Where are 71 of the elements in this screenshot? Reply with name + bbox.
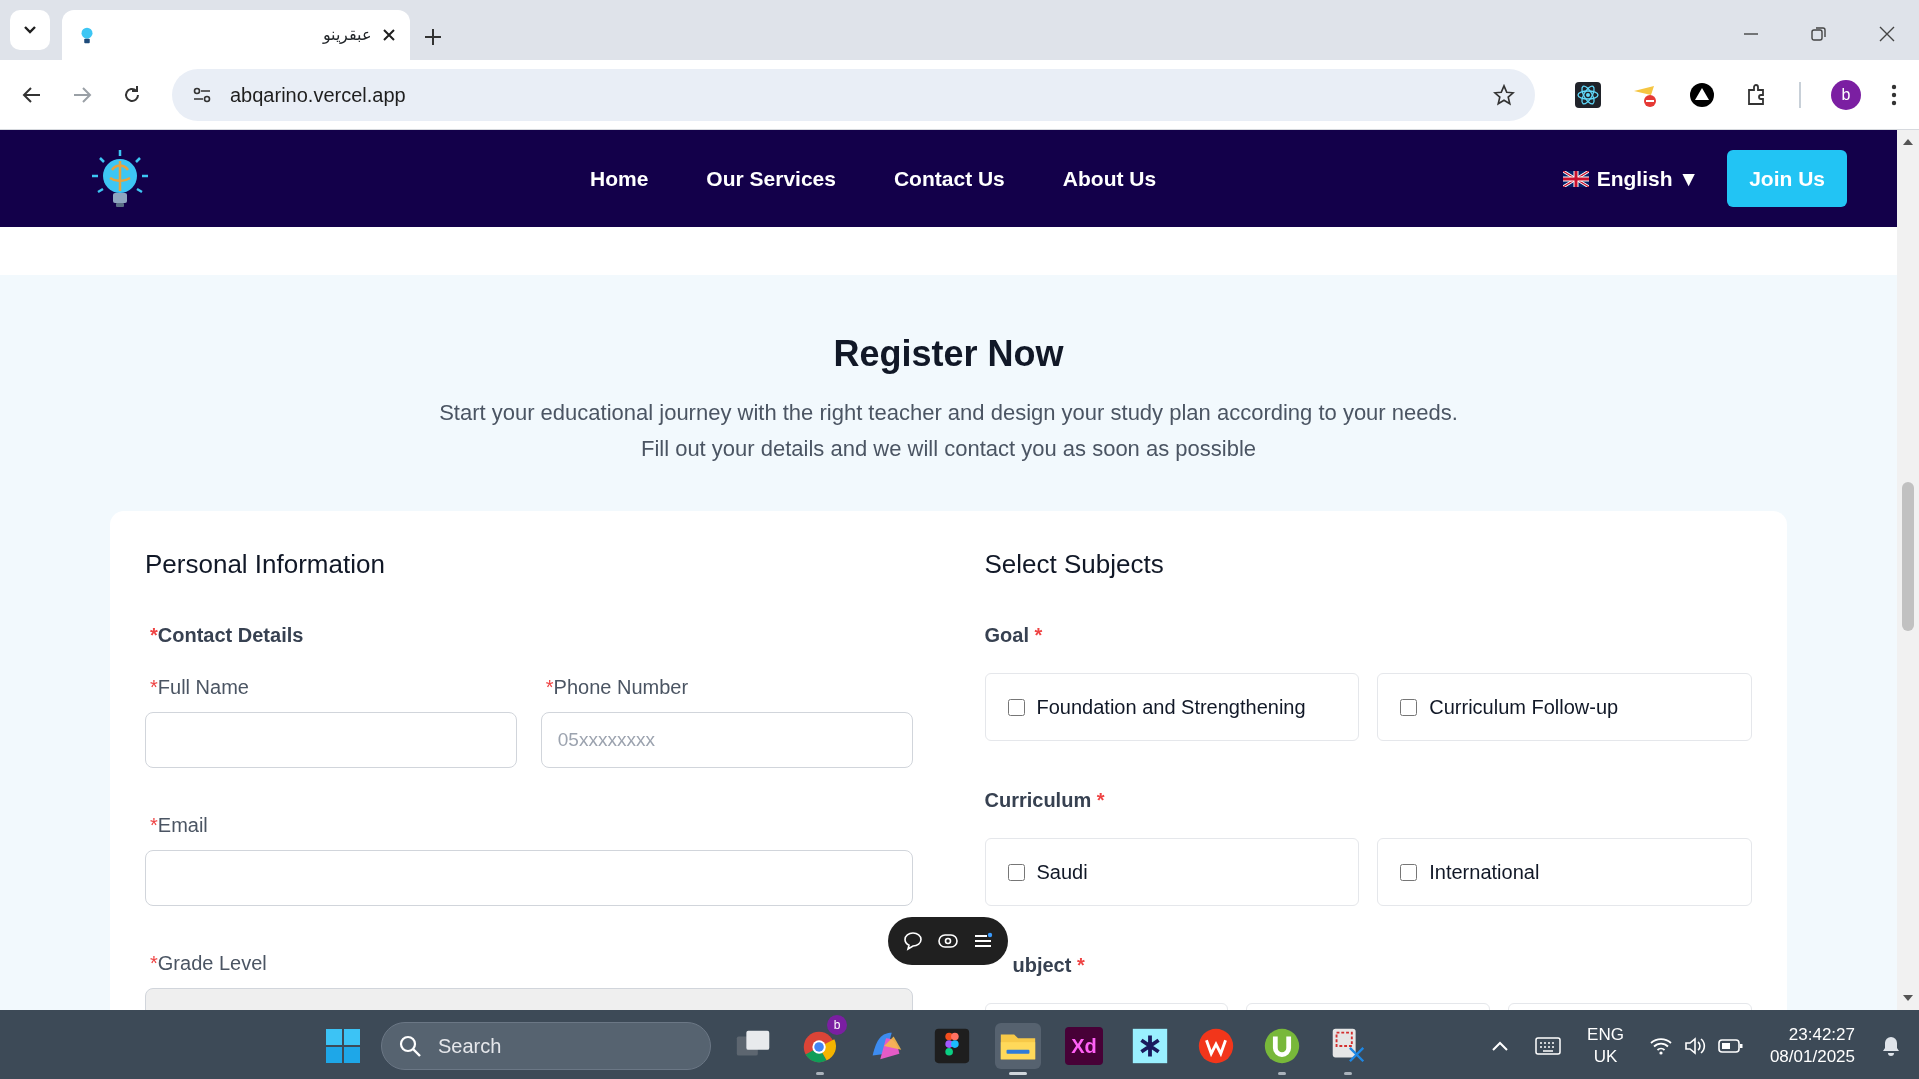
xd-app-icon[interactable]: Xd [1065, 1026, 1103, 1065]
option-label: Curriculum Follow-up [1429, 695, 1619, 721]
field-label: *Phone Number [545, 675, 690, 701]
language-selector[interactable]: English ▼ [1556, 161, 1706, 196]
bell-icon[interactable] [1881, 1034, 1901, 1057]
windows-start-icon[interactable] [325, 1027, 361, 1064]
subtitle-text: Fill out your details and we will contact you as soon as possible [639, 435, 1258, 464]
region-indicator[interactable]: UK [1587, 1045, 1624, 1068]
input-field[interactable] [145, 712, 517, 769]
option-card[interactable]: Curriculum Follow-up [1377, 673, 1752, 742]
language-indicator[interactable]: ENG [1587, 1023, 1624, 1046]
scroll-down-icon[interactable] [1902, 994, 1914, 1002]
eye-icon[interactable] [938, 933, 958, 949]
group-label: ubject * [1011, 953, 1086, 979]
option-label: Foundation and Strengthening [1036, 695, 1306, 721]
subtitle-text: Start your educational journey with the right teacher and design your study plan according to your needs. [438, 399, 1459, 428]
input-field[interactable] [145, 850, 913, 907]
input-field[interactable]: 05xxxxxxxx [540, 712, 913, 769]
group-label: Curriculum * [984, 788, 1106, 814]
nav-link[interactable]: About Us [1062, 162, 1157, 195]
wifi-icon[interactable] [1649, 1036, 1672, 1055]
keyboard-icon[interactable] [1535, 1036, 1562, 1055]
checkbox[interactable] [1007, 698, 1025, 716]
taskbar-search[interactable]: Search [381, 1021, 711, 1070]
atom-icon[interactable] [1575, 81, 1601, 108]
comment-icon[interactable] [903, 931, 924, 951]
option-label: Saudi [1036, 860, 1088, 886]
field-label: *Grade Level [150, 951, 268, 977]
back-icon[interactable] [22, 84, 42, 105]
clock-date[interactable]: 08/01/2025 [1769, 1045, 1855, 1068]
group-label: Goal * [984, 623, 1044, 649]
option-card[interactable]: Foundation and Strengthening [984, 673, 1360, 742]
flag-icon [1562, 170, 1589, 187]
new-tab-icon[interactable] [424, 28, 442, 46]
section-heading: Personal Information [145, 549, 386, 581]
scroll-up-icon[interactable] [1902, 138, 1914, 146]
close-icon[interactable] [382, 28, 396, 42]
clock-time[interactable]: 23:42:27 [1769, 1023, 1855, 1046]
checkbox[interactable] [1400, 698, 1418, 716]
scrollbar-thumb[interactable] [1902, 482, 1914, 631]
restore-icon[interactable] [1811, 26, 1827, 42]
tab-title: عبقرينو [323, 25, 372, 46]
notification-badge: b [827, 1014, 847, 1035]
chevron-up-icon[interactable] [1491, 1039, 1510, 1052]
battery-icon[interactable] [1717, 1037, 1744, 1054]
menu-icon[interactable] [972, 932, 993, 950]
menu-icon[interactable] [1891, 83, 1897, 106]
profile-avatar[interactable]: b [1831, 79, 1861, 110]
forward-icon[interactable] [72, 84, 92, 105]
page-heading: Register Now [832, 332, 1065, 376]
star-icon[interactable] [1493, 83, 1515, 106]
field-label: *Full Name [150, 675, 250, 701]
volume-icon[interactable] [1683, 1036, 1706, 1055]
nav-link[interactable]: Contact Us [893, 162, 1005, 195]
reload-icon[interactable] [122, 84, 142, 105]
search-icon [398, 1033, 422, 1058]
option-card[interactable]: International [1377, 838, 1752, 907]
close-icon[interactable] [1879, 26, 1895, 42]
option-card[interactable]: Saudi [984, 838, 1360, 907]
nav-link[interactable]: Home [590, 162, 649, 195]
caret-icon [23, 25, 37, 35]
section-label: *Contact Details [150, 623, 305, 649]
section-heading: Select Subjects [984, 549, 1165, 581]
option-label: International [1429, 860, 1540, 886]
nav-link[interactable]: Our Services [706, 162, 836, 195]
browser-tab[interactable]: عبقرينو [62, 10, 410, 60]
brain-bulb-logo[interactable] [90, 147, 150, 210]
scrollbar[interactable] [1897, 130, 1919, 1010]
checkbox[interactable] [1400, 863, 1418, 881]
field-label: *Email [150, 813, 209, 839]
checkbox[interactable] [1007, 863, 1025, 881]
